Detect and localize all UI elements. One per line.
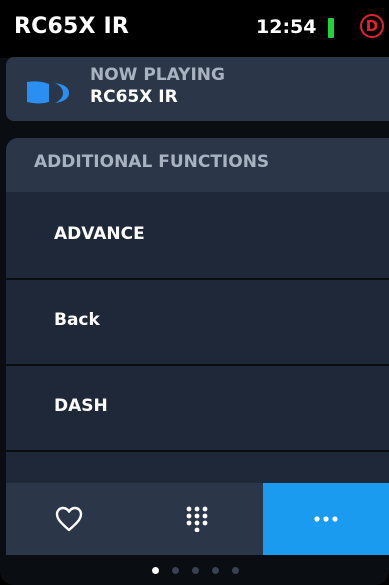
keypad-button[interactable] xyxy=(131,483,263,555)
function-item-dash[interactable]: DASH xyxy=(6,366,389,452)
more-icon xyxy=(314,516,338,522)
favorites-button[interactable] xyxy=(6,483,131,555)
battery-icon xyxy=(328,18,334,38)
now-playing-source: RC65X IR xyxy=(90,87,178,107)
page-indicator xyxy=(0,555,389,585)
function-item-label: Back xyxy=(54,310,100,330)
section-title: ADDITIONAL FUNCTIONS xyxy=(34,152,270,172)
more-button[interactable] xyxy=(263,483,389,555)
now-playing-card[interactable]: NOW PLAYING RC65X IR xyxy=(6,57,389,121)
page-dot-4[interactable] xyxy=(212,567,219,574)
directv-logo-icon xyxy=(27,81,69,104)
heart-icon xyxy=(55,506,82,532)
clock: 12:54 xyxy=(256,16,317,38)
bottom-nav xyxy=(6,483,389,555)
page-dot-5[interactable] xyxy=(232,567,239,574)
now-playing-label: NOW PLAYING xyxy=(90,65,225,85)
status-bar: RC65X IR 12:54 D xyxy=(0,0,389,58)
remote-screen: RC65X IR 12:54 D NOW PLAYING RC65X IR AD… xyxy=(0,0,389,585)
page-dot-2[interactable] xyxy=(172,567,179,574)
page-dot-3[interactable] xyxy=(192,567,199,574)
profile-badge[interactable]: D xyxy=(360,14,384,38)
function-item-label: DASH xyxy=(54,396,108,416)
device-title: RC65X IR xyxy=(14,14,130,39)
function-item-back[interactable]: Back xyxy=(6,280,389,366)
function-item-label: ADVANCE xyxy=(54,224,145,244)
function-list: ADVANCE Back DASH xyxy=(6,194,389,452)
section-header: ADDITIONAL FUNCTIONS xyxy=(6,138,389,192)
page-dot-1[interactable] xyxy=(152,567,159,574)
additional-functions-panel: ADDITIONAL FUNCTIONS ADVANCE Back DASH xyxy=(6,138,389,484)
keypad-icon xyxy=(186,506,208,532)
function-item-advance[interactable]: ADVANCE xyxy=(6,194,389,280)
